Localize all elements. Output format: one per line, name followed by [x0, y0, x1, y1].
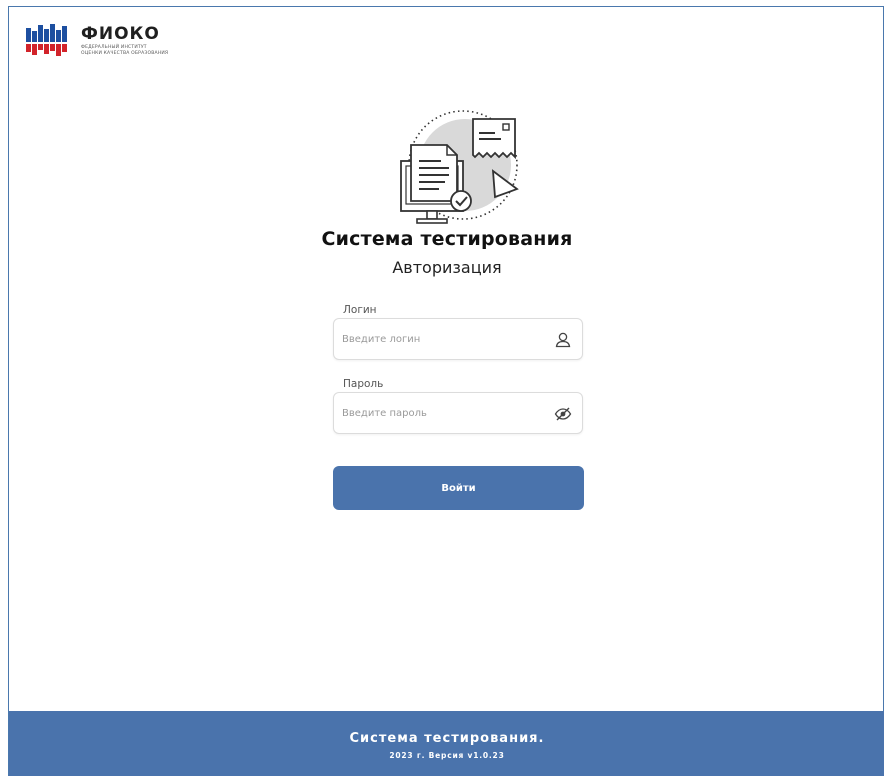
password-input[interactable]	[342, 393, 542, 433]
fioko-logo-mark-icon	[26, 24, 67, 56]
logo-subtitle-line2: оценки качества образования	[81, 51, 169, 56]
user-icon	[555, 332, 571, 348]
footer: Система тестирования. 2023 г. Версия v1.…	[9, 711, 884, 776]
login-input[interactable]	[342, 319, 542, 359]
logo-title: ФИОКО	[81, 24, 160, 44]
login-field[interactable]	[333, 318, 583, 360]
logo-subtitle: Федеральный институт оценки качества обр…	[81, 45, 191, 57]
footer-title: Система тестирования.	[349, 731, 545, 746]
testing-system-illustration-icon	[400, 110, 519, 224]
login-label: Логин	[343, 304, 377, 316]
page-subtitle: Авторизация	[392, 258, 502, 277]
password-field[interactable]	[333, 392, 583, 434]
login-button[interactable]: Войти	[333, 466, 584, 510]
eye-slash-icon[interactable]	[554, 405, 572, 423]
page-title: Система тестирования	[321, 228, 573, 250]
footer-version: 2023 г. Версия v1.0.23	[389, 751, 505, 760]
fioko-logo: ФИОКО Федеральный институт оценки качест…	[26, 24, 191, 62]
app-window: ФИОКО Федеральный институт оценки качест…	[8, 6, 884, 776]
password-label: Пароль	[343, 378, 384, 390]
